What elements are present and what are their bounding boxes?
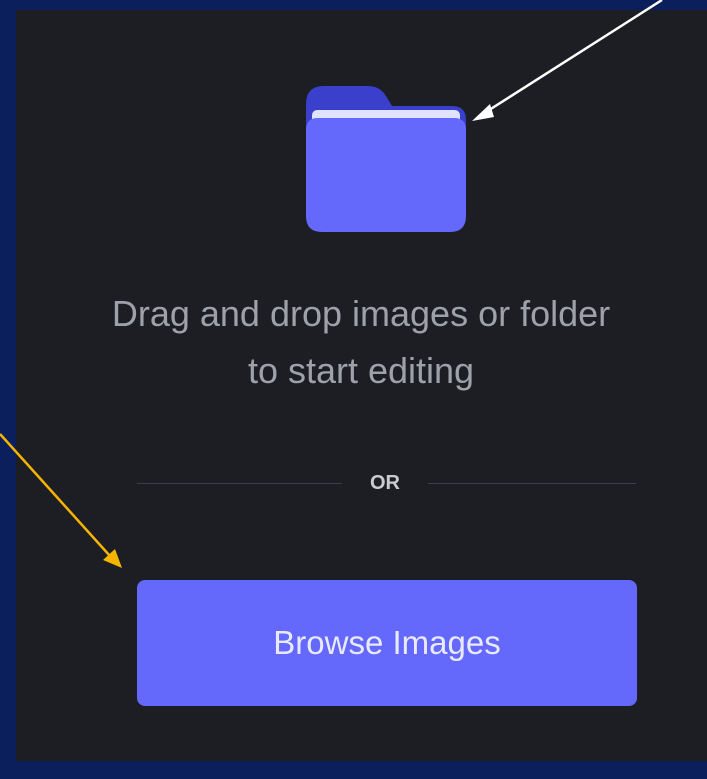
divider-right (428, 483, 636, 484)
drop-instruction-text: Drag and drop images or folder to start … (111, 293, 611, 391)
screenshot-canvas: Drag and drop images or folder to start … (0, 0, 707, 779)
divider-or-label: OR (370, 472, 400, 494)
folder-icon (306, 86, 466, 232)
divider-left (137, 483, 342, 484)
upload-drop-zone[interactable]: Drag and drop images or folder to start … (16, 10, 707, 761)
browse-images-button[interactable]: Browse Images (137, 580, 637, 706)
